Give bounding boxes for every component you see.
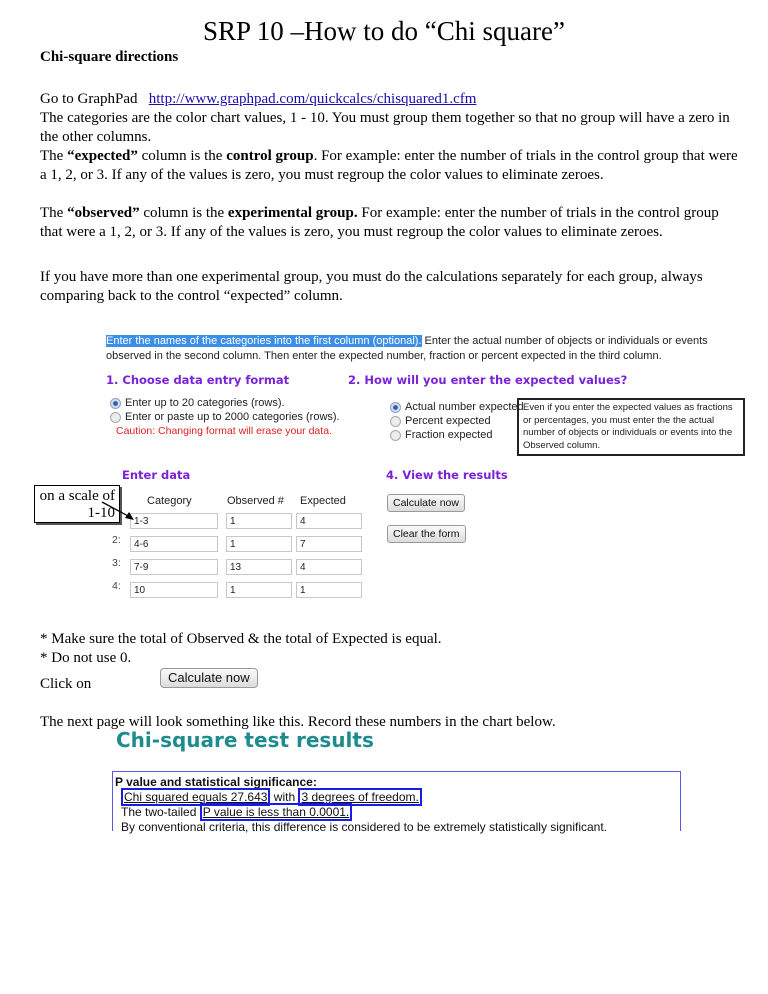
radio-option[interactable]: Fraction expected [390,428,524,442]
multi-group-paragraph: If you have more than one experimental g… [40,269,703,304]
p-line: The two-tailed P value is less than 0.00… [115,803,678,821]
radio-option[interactable]: Actual number expected [390,400,524,414]
row-number: 4: [112,580,121,592]
expected-values-note: Even if you enter the expected values as… [517,398,745,456]
observed-input[interactable]: 1 [226,536,292,552]
option-label: Fraction expected [405,429,493,441]
option-label: Enter or paste up to 2000 categories (ro… [125,411,340,423]
step1-heading: 1. Choose data entry format [106,373,290,387]
option-label: Percent expected [405,415,491,427]
radio-option[interactable]: Enter up to 20 categories (rows). [110,396,340,410]
notes-list: * Make sure the total of Observed & the … [40,630,442,668]
graphpad-intro: Enter the names of the categories into t… [106,334,726,363]
step2-heading: 2. How will you enter the expected value… [348,373,628,387]
radio-selected-icon[interactable] [390,401,401,413]
calculate-now-button-example[interactable]: Calculate now [160,668,258,688]
p-value: P value is less than 0.0001. [199,803,353,821]
row-number: 3: [112,557,121,569]
option-label: Actual number expected [405,401,524,413]
radio-unselected-icon[interactable] [390,415,401,427]
category-input[interactable]: 1-3 [130,513,218,529]
expected-input[interactable]: 4 [296,513,362,529]
category-input[interactable]: 4-6 [130,536,218,552]
with-text: with [270,790,299,804]
note-item: * Make sure the total of Observed & the … [40,631,442,647]
goto-prefix: Go to GraphPad [40,91,138,107]
expected-input[interactable]: 1 [296,582,362,598]
section-subhead: Chi-square directions [40,49,179,65]
radio-selected-icon[interactable] [110,397,121,409]
step3-heading: Enter data [122,468,191,482]
radio-option[interactable]: Percent expected [390,414,524,428]
click-on-text: Click on [40,676,92,692]
row-number: 2: [112,534,121,546]
column-header-observed: Observed # [227,495,284,507]
observed-input[interactable]: 1 [226,582,292,598]
column-header-expected: Expected [300,495,346,507]
expected-input[interactable]: 7 [296,536,362,552]
p-prefix: The two-tailed [121,805,200,819]
results-box: P value and statistical significance: Ch… [112,771,681,834]
category-input[interactable]: 10 [130,582,218,598]
conclusion-text: By conventional criteria, this differenc… [121,820,608,834]
radio-unselected-icon[interactable] [110,411,121,423]
callout-arrow-icon [101,501,134,520]
text: column is the [137,148,227,164]
option-label: Enter up to 20 categories (rows). [125,397,285,409]
results-title: Chi-square test results [116,728,374,752]
intro-paragraph: Go to GraphPad http://www.graphpad.com/q… [40,90,740,185]
observed-input[interactable]: 13 [226,559,292,575]
document-title: SRP 10 –How to do “Chi square” [203,16,565,46]
calculate-now-button[interactable]: Calculate now [387,494,465,512]
step4-heading: 4. View the results [386,468,508,482]
goto-line: Go to GraphPad http://www.graphpad.com/q… [40,90,740,109]
radio-unselected-icon[interactable] [390,429,401,441]
radio-option[interactable]: Enter or paste up to 2000 categories (ro… [110,410,340,424]
text: column is the [139,205,228,221]
observed-bold: “observed” [67,205,140,221]
expected-input[interactable]: 4 [296,559,362,575]
expected-text: The “expected” column is the control gro… [40,147,740,185]
text: The [40,205,68,221]
caution-text: Caution: Changing format will erase your… [116,425,332,437]
observed-paragraph: The “observed” column is the experimenta… [40,204,740,242]
experimental-group-bold: experimental group. [227,205,358,221]
entry-format-options: Enter up to 20 categories (rows). Enter … [110,396,340,437]
categories-text: The categories are the color chart value… [40,110,730,145]
category-input[interactable]: 7-9 [130,559,218,575]
observed-input[interactable]: 1 [226,513,292,529]
column-header-category: Category [147,495,192,507]
expected-values-options: Actual number expected Percent expected … [390,400,524,442]
graphpad-link[interactable]: http://www.graphpad.com/quickcalcs/chisq… [149,91,477,107]
note-item: * Do not use 0. [40,650,132,666]
clear-form-button[interactable]: Clear the form [387,525,466,543]
expected-bold: “expected” [67,148,138,164]
highlighted-text: Enter the names of the categories into t… [106,335,422,347]
control-group-bold: control group [226,148,314,164]
text: The [40,148,68,164]
